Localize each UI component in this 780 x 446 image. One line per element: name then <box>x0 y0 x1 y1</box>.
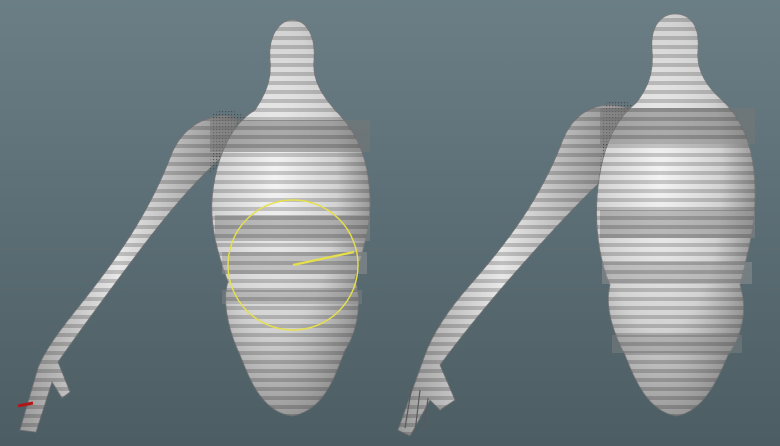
3d-viewport[interactable] <box>0 0 780 446</box>
scene-canvas[interactable] <box>0 0 780 446</box>
left-arm[interactable] <box>17 110 245 433</box>
right-mannequin[interactable] <box>397 13 756 437</box>
right-torso[interactable] <box>596 13 756 417</box>
left-torso[interactable] <box>210 19 371 417</box>
left-mannequin[interactable] <box>17 19 371 433</box>
